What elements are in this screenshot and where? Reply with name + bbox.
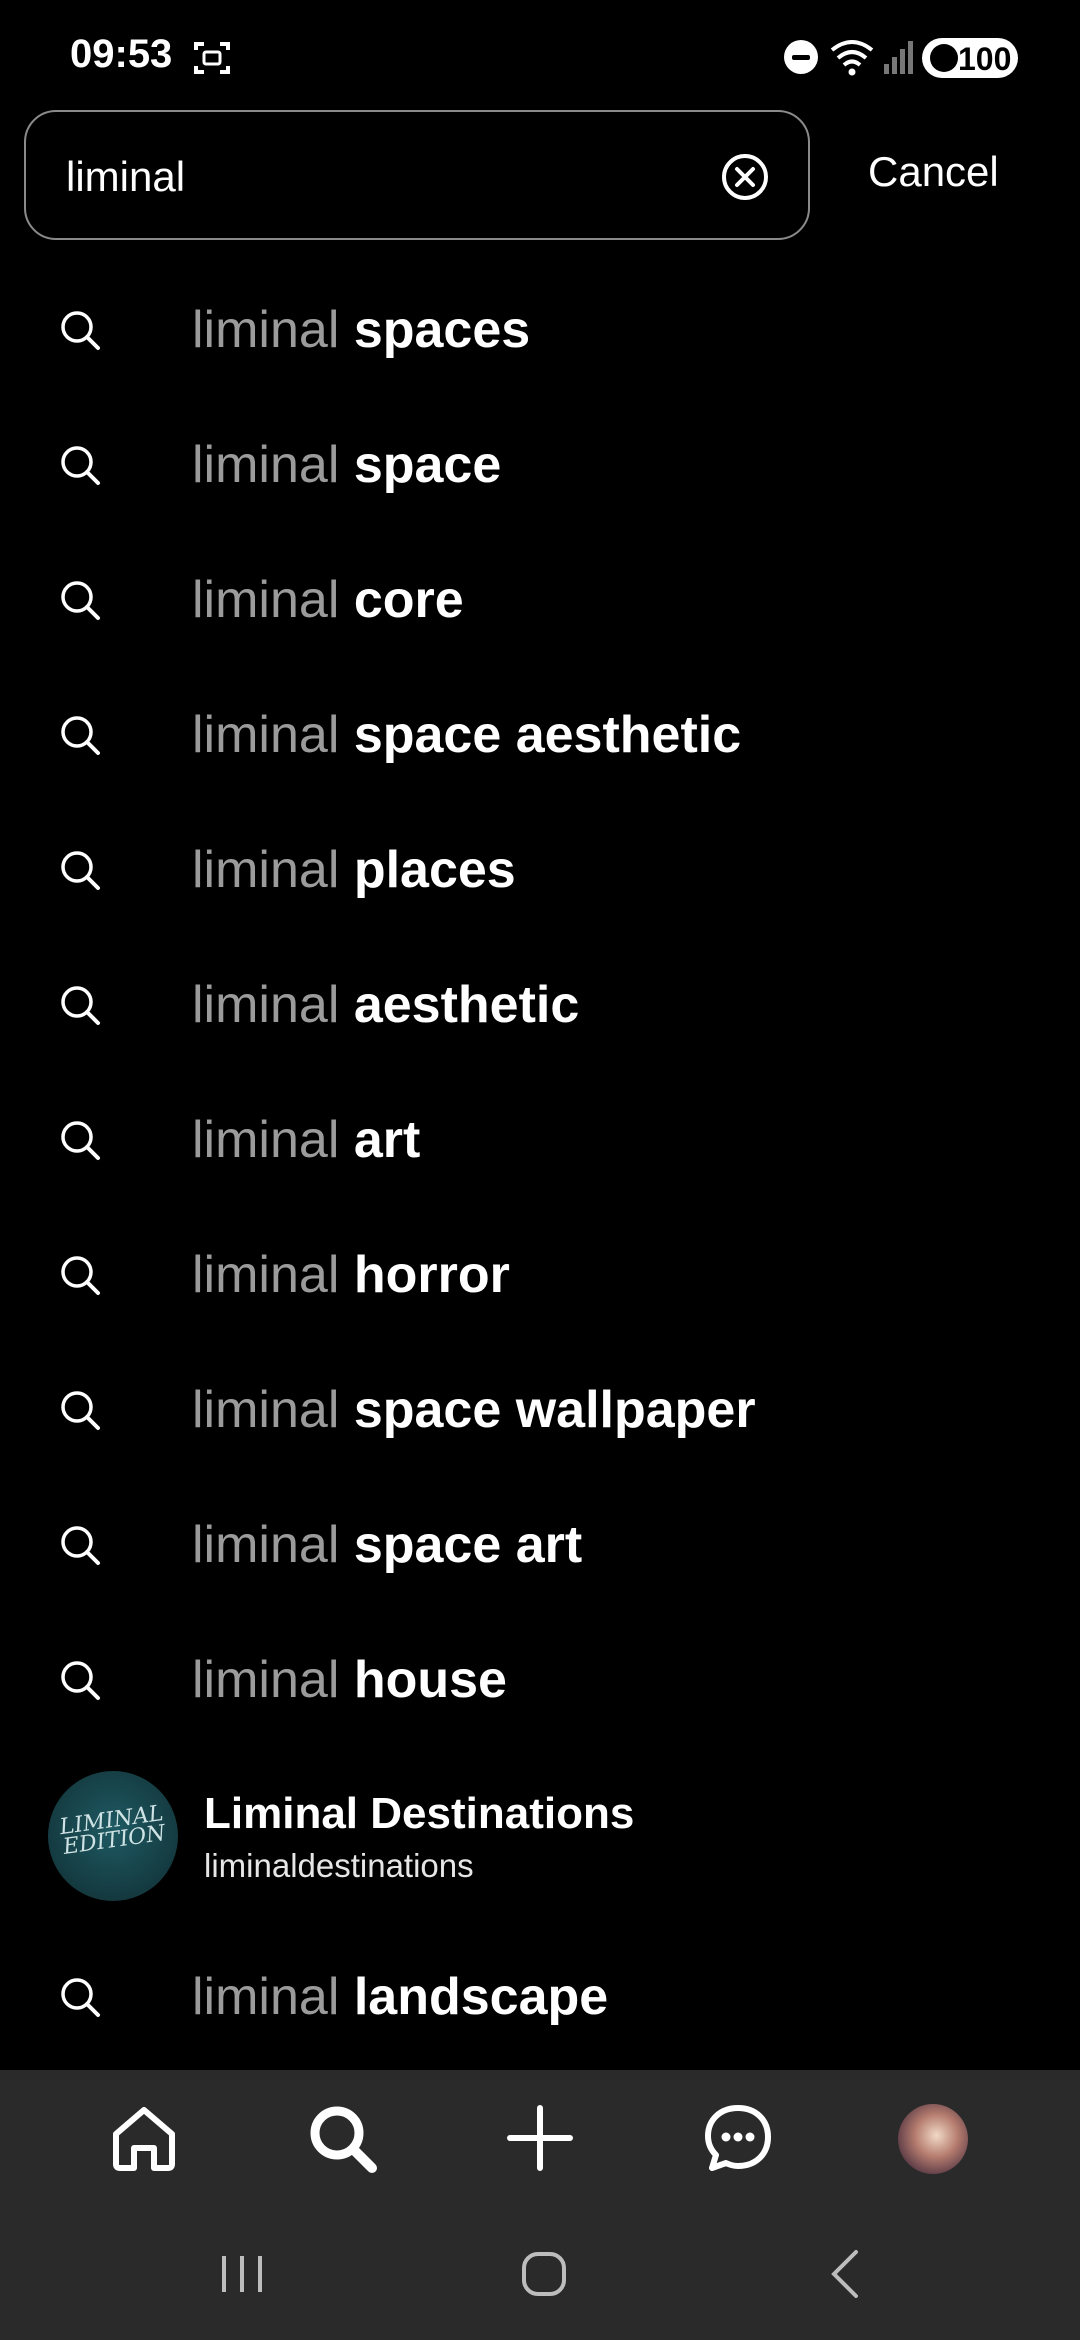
suggestion-suffix: core [353,571,464,629]
create-tab[interactable] [502,2100,578,2176]
suggestion-suffix: landscape [353,1968,609,2026]
suggestion-text: liminal places [192,840,516,900]
suggestion-item[interactable]: liminal aesthetic [0,937,1080,1072]
recent-apps-button[interactable] [212,2244,272,2304]
suggestion-suffix: spaces [353,301,531,359]
profile-avatar[interactable] [898,2104,968,2174]
suggestion-suffix: art [353,1111,421,1169]
suggestion-item[interactable]: liminal places [0,802,1080,937]
home-icon [113,2107,175,2171]
do-not-disturb-icon [784,40,818,74]
suggestion-text: liminal landscape [192,1967,608,2027]
home-tab[interactable] [106,2100,182,2176]
suggestion-text: liminal horror [192,1245,510,1305]
search-icon [61,1978,100,2017]
suggestion-item[interactable]: liminal art [0,1072,1080,1207]
suggestion-item[interactable]: liminal space art [0,1477,1080,1612]
battery-indicator: 100 [922,38,1018,78]
suggestion-prefix: liminal [192,706,340,764]
suggestion-text: liminal space wallpaper [192,1380,756,1440]
suggestion-suffix: aesthetic [353,976,580,1034]
suggestion-suffix: horror [353,1246,510,1304]
search-icon [61,1661,100,1700]
suggestion-text: liminal space [192,435,501,495]
suggestion-suffix: space aesthetic [353,706,742,764]
search-icon [61,716,100,755]
suggestion-item[interactable]: liminal space wallpaper [0,1342,1080,1477]
suggestion-prefix: liminal [192,436,340,494]
suggestion-prefix: liminal [192,1651,340,1709]
search-icon [61,581,100,620]
account-suggestion[interactable]: LIMINAL EDITION Liminal Destinations lim… [0,1747,1080,1929]
suggestion-prefix: liminal [192,976,340,1034]
suggestion-item[interactable]: liminal landscape [0,1929,1080,2064]
search-icon [61,1256,100,1295]
suggestion-item[interactable]: liminal core [0,532,1080,667]
account-avatar: LIMINAL EDITION [48,1771,178,1901]
suggestion-item[interactable]: liminal horror [0,1207,1080,1342]
search-icon [61,446,100,485]
battery-icon [930,44,958,72]
suggestion-text: liminal space art [192,1515,582,1575]
suggestion-text: liminal house [192,1650,507,1710]
suggestion-suffix: space wallpaper [353,1381,756,1439]
search-input[interactable] [66,152,686,202]
wifi-icon [830,40,874,76]
battery-level: 100 [958,41,1012,77]
bottom-tab-bar [0,2070,1080,2206]
search-icon [61,1391,100,1430]
suggestion-prefix: liminal [192,1516,340,1574]
suggestion-suffix: house [353,1651,507,1709]
search-icon [310,2106,377,2173]
system-nav-bar [0,2206,1080,2340]
search-icon [61,986,100,1025]
search-icon [61,851,100,890]
suggestion-prefix: liminal [192,571,340,629]
search-suggestions: liminal spaces liminal space liminal core l… [0,262,1080,2064]
messages-icon [705,2105,771,2171]
suggestion-prefix: liminal [192,841,340,899]
suggestion-prefix: liminal [192,301,340,359]
suggestion-item[interactable]: liminal space [0,397,1080,532]
signal-icon [884,41,913,74]
suggestion-suffix: space [353,436,502,494]
status-bar: 09:53 100 [0,0,1080,110]
messages-tab[interactable] [700,2100,776,2176]
search-icon [61,1526,100,1565]
suggestion-prefix: liminal [192,1111,340,1169]
create-icon [507,2105,573,2171]
back-button[interactable] [816,2244,876,2304]
screenshot-icon [194,42,230,74]
account-handle: liminaldestinations [204,1847,474,1884]
suggestion-item[interactable]: liminal house [0,1612,1080,1747]
home-button[interactable] [514,2244,574,2304]
suggestion-text: liminal core [192,570,464,630]
suggestion-text: liminal aesthetic [192,975,579,1035]
suggestion-prefix: liminal [192,1246,340,1304]
suggestion-item[interactable]: liminal spaces [0,262,1080,397]
account-name: Liminal Destinations [204,1789,635,1838]
avatar-logo-text: LIMINAL EDITION [58,1800,168,1860]
cancel-button[interactable]: Cancel [868,148,999,196]
suggestion-text: liminal art [192,1110,420,1170]
search-icon [61,311,100,350]
search-icon [61,1121,100,1160]
status-time: 09:53 [70,32,173,76]
suggestion-prefix: liminal [192,1381,340,1439]
suggestion-item[interactable]: liminal space aesthetic [0,667,1080,802]
clear-search-button[interactable] [720,152,770,202]
suggestion-text: liminal spaces [192,300,530,360]
suggestion-suffix: space art [353,1516,583,1574]
search-tab[interactable] [304,2100,380,2176]
search-box[interactable] [24,110,810,240]
suggestion-suffix: places [353,841,516,899]
suggestion-prefix: liminal [192,1968,340,2026]
suggestion-text: liminal space aesthetic [192,705,741,765]
